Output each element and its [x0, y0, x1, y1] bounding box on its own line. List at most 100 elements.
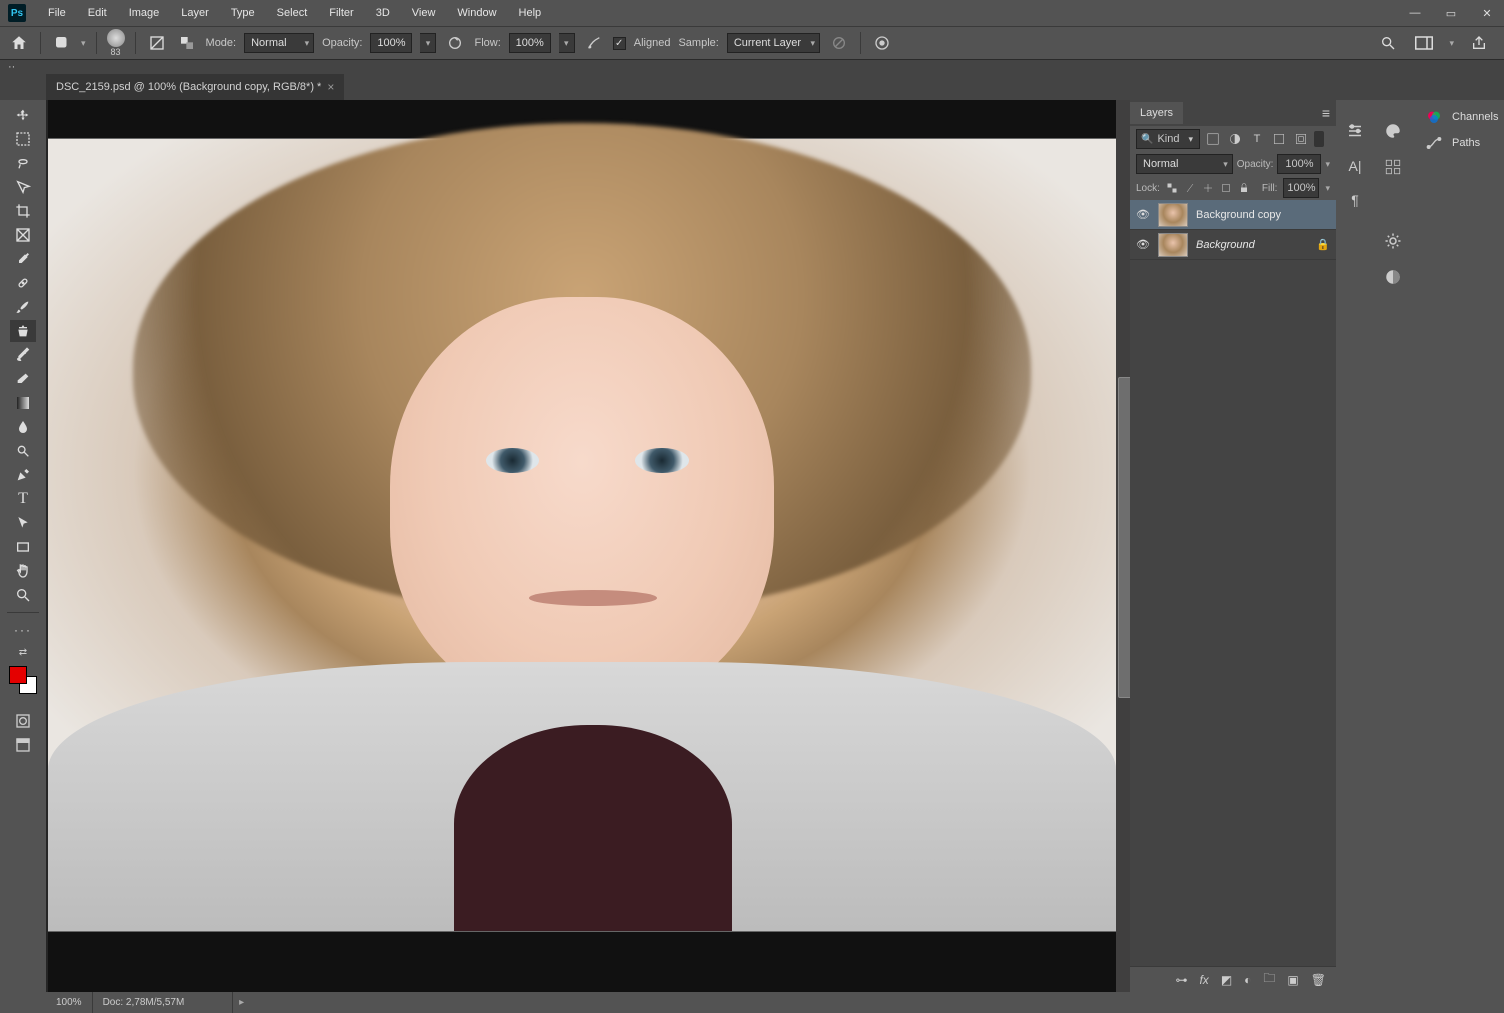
menu-filter[interactable]: Filter	[319, 3, 363, 23]
properties-icon[interactable]	[1346, 122, 1364, 140]
layer-blend-mode[interactable]: Normal▾	[1136, 154, 1233, 174]
window-minimize-button[interactable]: —	[1398, 2, 1432, 24]
chevron-down-icon[interactable]: ▾	[1325, 183, 1330, 194]
airbrush-icon[interactable]	[583, 32, 605, 54]
menu-help[interactable]: Help	[509, 3, 552, 23]
channels-panel-tab[interactable]: Channels	[1412, 104, 1504, 130]
styles-icon[interactable]	[1384, 268, 1402, 286]
selection-tool[interactable]	[10, 176, 36, 198]
vertical-scrollbar[interactable]	[1116, 100, 1130, 992]
menu-file[interactable]: File	[38, 3, 76, 23]
path-selection-tool[interactable]	[10, 512, 36, 534]
pen-tool[interactable]	[10, 464, 36, 486]
menu-select[interactable]: Select	[267, 3, 318, 23]
history-brush-tool[interactable]	[10, 344, 36, 366]
ignore-adjustments-icon[interactable]	[828, 32, 850, 54]
close-icon[interactable]: ×	[327, 80, 334, 94]
flow-input[interactable]: 100%	[509, 33, 551, 53]
adjustments-icon[interactable]	[1384, 232, 1402, 250]
paths-panel-tab[interactable]: Paths	[1412, 130, 1504, 156]
layer-item[interactable]: 👁 Background copy	[1130, 200, 1336, 230]
blur-tool[interactable]	[10, 416, 36, 438]
visibility-icon[interactable]: 👁	[1136, 208, 1150, 221]
paragraph-icon[interactable]: ¶	[1351, 192, 1359, 208]
share-icon[interactable]	[1468, 32, 1490, 54]
filter-toggle[interactable]	[1314, 131, 1324, 147]
doc-size[interactable]: Doc: 2,78M/5,57M	[93, 992, 233, 1013]
pressure-opacity-icon[interactable]	[444, 32, 466, 54]
clone-overlay-icon[interactable]	[176, 32, 198, 54]
clone-align-icon[interactable]	[146, 32, 168, 54]
visibility-icon[interactable]: 👁	[1136, 238, 1150, 251]
sample-select[interactable]: Current Layer▾	[727, 33, 820, 53]
layer-thumbnail[interactable]	[1158, 233, 1188, 257]
chevron-down-icon[interactable]: ▾	[1325, 159, 1330, 170]
layer-opacity-input[interactable]: 100%	[1277, 154, 1321, 174]
character-icon[interactable]: A|	[1349, 158, 1362, 174]
filter-pixel-icon[interactable]	[1204, 130, 1222, 148]
brush-tool[interactable]	[10, 296, 36, 318]
clone-stamp-tool[interactable]	[10, 320, 36, 342]
layer-item[interactable]: 👁 Background 🔒	[1130, 230, 1336, 260]
new-layer-icon[interactable]: ▣	[1287, 973, 1298, 987]
color-icon[interactable]	[1384, 122, 1402, 140]
zoom-tool[interactable]	[10, 584, 36, 606]
filter-smart-icon[interactable]	[1292, 130, 1310, 148]
swap-colors-icon[interactable]: ⇄	[19, 647, 27, 658]
filter-shape-icon[interactable]	[1270, 130, 1288, 148]
tool-preset-icon[interactable]	[51, 32, 73, 54]
layer-name[interactable]: Background copy	[1196, 209, 1281, 221]
hand-tool[interactable]	[10, 560, 36, 582]
color-swatches[interactable]	[9, 666, 37, 694]
menu-window[interactable]: Window	[447, 3, 506, 23]
home-icon[interactable]	[8, 32, 30, 54]
eraser-tool[interactable]	[10, 368, 36, 390]
menu-3d[interactable]: 3D	[366, 3, 400, 23]
screenmode-icon[interactable]	[10, 734, 36, 756]
lock-all-icon[interactable]	[1238, 181, 1250, 195]
window-maximize-button[interactable]: ▭	[1434, 2, 1468, 24]
panel-menu-icon[interactable]: ≡	[1322, 105, 1330, 121]
layer-filter-kind[interactable]: 🔍 Kind ▾	[1136, 129, 1200, 149]
zoom-level[interactable]: 100%	[46, 992, 93, 1013]
filter-type-icon[interactable]: T	[1248, 130, 1266, 148]
aligned-checkbox[interactable]: ✓	[613, 37, 626, 50]
lasso-tool[interactable]	[10, 152, 36, 174]
menu-edit[interactable]: Edit	[78, 3, 117, 23]
foreground-color-swatch[interactable]	[9, 666, 27, 684]
canvas-area[interactable]	[46, 100, 1130, 992]
frame-tool[interactable]	[10, 224, 36, 246]
flow-dropdown[interactable]: ▾	[559, 33, 575, 53]
layer-name[interactable]: Background	[1196, 239, 1255, 251]
pressure-size-icon[interactable]	[871, 32, 893, 54]
chevron-down-icon[interactable]: ▾	[81, 38, 86, 49]
link-layers-icon[interactable]: ⊶	[1175, 973, 1187, 987]
edit-toolbar-button[interactable]: ···	[10, 619, 36, 641]
search-icon[interactable]	[1377, 32, 1399, 54]
opacity-input[interactable]: 100%	[370, 33, 412, 53]
document-tab[interactable]: DSC_2159.psd @ 100% (Background copy, RG…	[46, 74, 344, 100]
eyedropper-tool[interactable]	[10, 248, 36, 270]
lock-artboard-icon[interactable]	[1220, 181, 1232, 195]
marquee-tool[interactable]	[10, 128, 36, 150]
layer-thumbnail[interactable]	[1158, 203, 1188, 227]
layer-fill-input[interactable]: 100%	[1283, 178, 1319, 198]
layer-mask-icon[interactable]: ◩	[1221, 973, 1232, 987]
filter-adjustment-icon[interactable]	[1226, 130, 1244, 148]
lock-position-icon[interactable]	[1202, 181, 1214, 195]
crop-tool[interactable]	[10, 200, 36, 222]
move-tool[interactable]	[10, 104, 36, 126]
rectangle-tool[interactable]	[10, 536, 36, 558]
blend-mode-select[interactable]: Normal▾	[244, 33, 314, 53]
adjustment-layer-icon[interactable]: ◐	[1244, 973, 1251, 987]
layers-tab[interactable]: Layers	[1130, 102, 1183, 124]
workspace-icon[interactable]	[1413, 32, 1435, 54]
swatches-icon[interactable]	[1384, 158, 1402, 176]
type-tool[interactable]: T	[10, 488, 36, 510]
delete-layer-icon[interactable]: 🗑	[1311, 973, 1326, 987]
dodge-tool[interactable]	[10, 440, 36, 462]
window-close-button[interactable]: ✕	[1470, 2, 1504, 24]
menu-type[interactable]: Type	[221, 3, 265, 23]
menu-image[interactable]: Image	[119, 3, 170, 23]
chevron-down-icon[interactable]: ▾	[1449, 38, 1454, 49]
